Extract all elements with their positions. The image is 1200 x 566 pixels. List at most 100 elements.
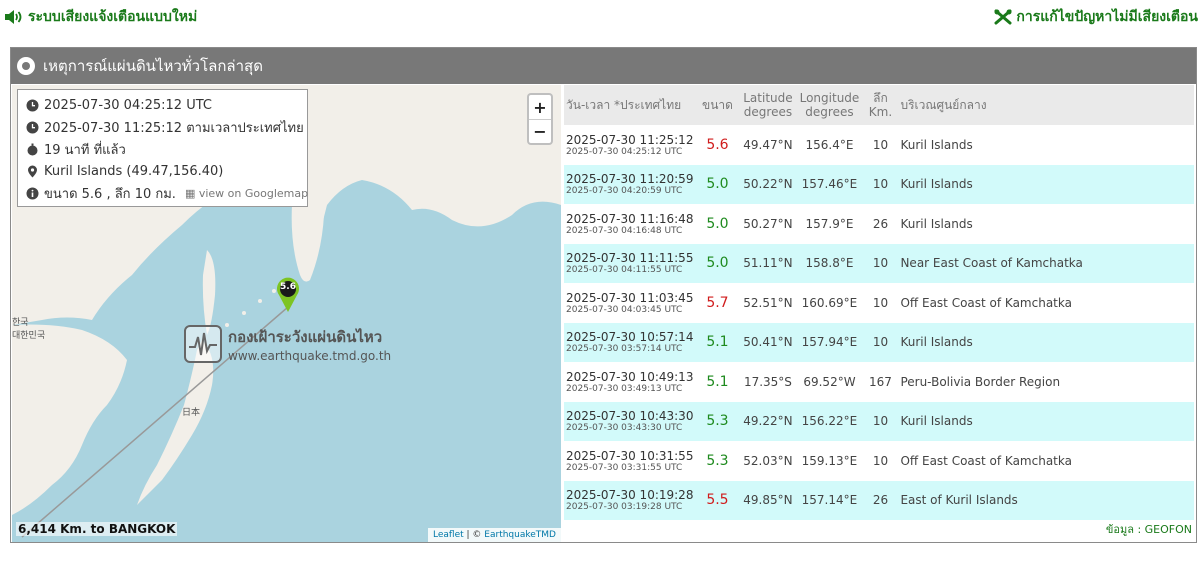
header-datetime: วัน-เวลา *ประเทศไทย xyxy=(564,85,696,125)
table-row[interactable]: 2025-07-30 10:31:55 2025-07-30 03:31:55 U… xyxy=(564,441,1194,481)
cell-longitude: 157.46°E xyxy=(796,164,863,204)
cell-latitude: 52.51°N xyxy=(743,295,793,310)
header-longitude-line2: degrees xyxy=(805,105,854,119)
table-header-row: วัน-เวลา *ประเทศไทย ขนาด Latitude degrees… xyxy=(564,85,1194,125)
header-depth: ลึก Km. xyxy=(862,85,899,125)
utc-datetime: 2025-07-30 03:49:13 UTC xyxy=(566,383,683,394)
earthquake-map[interactable]: 한국 대한민국 日本 2025-07-30 04:25:12 UTC 2025-… xyxy=(12,85,561,542)
cell-magnitude: 5.0 xyxy=(695,243,740,283)
map-label-korea1: 한국 xyxy=(12,318,29,328)
no-sound-troubleshoot-link[interactable]: การแก้ไขปัญหาไม่มีเสียงเตือน xyxy=(994,6,1198,28)
utc-datetime: 2025-07-30 04:11:55 UTC xyxy=(566,265,683,276)
map-icon: ▦ xyxy=(184,186,196,200)
new-alert-sound-label: ระบบเสียงแจ้งเตือนแบบใหม่ xyxy=(28,9,198,25)
stopwatch-icon xyxy=(26,143,39,156)
event-utc-time: 2025-07-30 04:25:12 UTC xyxy=(44,97,212,113)
header-longitude: Longitude degrees xyxy=(796,85,863,125)
event-location: Kuril Islands (49.47,156.40) xyxy=(44,163,224,179)
cell-region: Kuril Islands xyxy=(898,164,1194,204)
view-on-googlemap-link[interactable]: ▦ view on Googlemap xyxy=(185,187,308,200)
cell-latitude: 50.27°N xyxy=(743,216,793,231)
cell-depth: 26 xyxy=(872,216,889,231)
cell-magnitude: 5.3 xyxy=(706,452,729,469)
table-row[interactable]: 2025-07-30 10:43:30 2025-07-30 03:43:30 U… xyxy=(564,401,1194,441)
cell-datetime: 2025-07-30 11:11:55 2025-07-30 04:11:55 U… xyxy=(564,243,696,283)
header-latitude: Latitude degrees xyxy=(739,85,797,125)
zoom-in-button[interactable]: + xyxy=(529,95,551,119)
cell-region: Kuril Islands xyxy=(900,137,973,152)
cell-region: Kuril Islands xyxy=(900,216,973,231)
earthquake-table: วัน-เวลา *ประเทศไทย ขนาด Latitude degrees… xyxy=(564,85,1194,520)
no-sound-troubleshoot-label: การแก้ไขปัญหาไม่มีเสียงเตือน xyxy=(1016,9,1198,25)
tools-icon xyxy=(994,9,1012,25)
table-row[interactable]: 2025-07-30 11:16:48 2025-07-30 04:16:48 U… xyxy=(564,204,1194,244)
table-row[interactable]: 2025-07-30 11:11:55 2025-07-30 04:11:55 U… xyxy=(564,243,1194,283)
cell-depth: 10 xyxy=(872,137,889,152)
cell-depth: 10 xyxy=(872,295,889,310)
local-datetime: 2025-07-30 11:11:55 xyxy=(566,251,694,266)
cell-datetime: 2025-07-30 10:43:30 2025-07-30 03:43:30 U… xyxy=(564,401,696,441)
cell-latitude: 49.22°N xyxy=(739,401,797,441)
cell-magnitude: 5.0 xyxy=(706,215,729,232)
record-icon xyxy=(17,57,35,75)
panel-header: เหตุการณ์แผ่นดินไหวทั่วโลกล่าสุด xyxy=(11,48,1196,84)
cell-longitude: 160.69°E xyxy=(801,295,858,310)
new-alert-sound-link[interactable]: ระบบเสียงแจ้งเตือนแบบใหม่ xyxy=(4,6,197,28)
cell-magnitude: 5.0 xyxy=(695,164,740,204)
event-magnitude-depth: ขนาด 5.6 , ลึก 10 กม. xyxy=(44,186,176,202)
table-row[interactable]: 2025-07-30 10:57:14 2025-07-30 03:57:14 U… xyxy=(564,322,1194,362)
distance-to-bangkok: 6,414 Km. to BANGKOK xyxy=(16,522,178,536)
cell-latitude: 17.35°S xyxy=(743,374,792,389)
header-magnitude: ขนาด xyxy=(695,85,740,125)
cell-datetime: 2025-07-30 11:25:12 2025-07-30 04:25:12 U… xyxy=(564,125,695,165)
cell-region: Kuril Islands xyxy=(898,322,1194,362)
utc-datetime: 2025-07-30 04:25:12 UTC xyxy=(566,146,683,157)
table-row[interactable]: 2025-07-30 10:19:28 2025-07-30 03:19:28 U… xyxy=(564,480,1194,520)
panel-title: เหตุการณ์แผ่นดินไหวทั่วโลกล่าสุด xyxy=(43,57,263,75)
utc-datetime: 2025-07-30 04:16:48 UTC xyxy=(566,225,683,236)
cell-magnitude: 5.3 xyxy=(695,401,740,441)
map-pin-icon xyxy=(26,165,39,178)
cell-latitude: 49.85°N xyxy=(739,480,797,520)
cell-datetime: 2025-07-30 11:16:48 2025-07-30 04:16:48 U… xyxy=(564,204,695,244)
cell-depth: 10 xyxy=(862,243,899,283)
cell-datetime: 2025-07-30 10:57:14 2025-07-30 03:57:14 U… xyxy=(564,322,696,362)
cell-longitude: 157.94°E xyxy=(796,322,863,362)
earthquake-table-container: วัน-เวลา *ประเทศไทย ขนาด Latitude degrees… xyxy=(564,85,1196,542)
cell-datetime: 2025-07-30 11:03:45 2025-07-30 04:03:45 U… xyxy=(564,283,695,323)
zoom-control: + − xyxy=(527,93,553,145)
local-datetime: 2025-07-30 11:03:45 xyxy=(566,290,694,305)
utc-datetime: 2025-07-30 04:20:59 UTC xyxy=(566,186,683,197)
header-longitude-line1: Longitude xyxy=(799,91,860,105)
event-local-time: 2025-07-30 11:25:12 ตามเวลาประเทศไทย xyxy=(44,120,304,136)
earthquaketmd-link[interactable]: EarthquakeTMD xyxy=(484,530,556,540)
earthquake-marker[interactable]: 5.6 xyxy=(276,277,300,313)
cell-region: Near East Coast of Kamchatka xyxy=(898,243,1194,283)
table-row[interactable]: 2025-07-30 11:20:59 2025-07-30 04:20:59 U… xyxy=(564,164,1194,204)
table-row[interactable]: 2025-07-30 11:03:45 2025-07-30 04:03:45 U… xyxy=(564,283,1194,323)
tmd-watermark: กองเฝ้าระวังแผ่นดินไหว www.earthquake.tm… xyxy=(184,325,391,363)
table-body: 2025-07-30 11:25:12 2025-07-30 04:25:12 U… xyxy=(564,125,1194,520)
cell-region: Off East Coast of Kamchatka xyxy=(900,453,1072,468)
cell-longitude: 156.4°E xyxy=(805,137,854,152)
marker-magnitude-label: 5.6 xyxy=(280,282,296,292)
zoom-out-button[interactable]: − xyxy=(529,119,551,143)
cell-datetime: 2025-07-30 10:19:28 2025-07-30 03:19:28 U… xyxy=(564,480,696,520)
utc-datetime: 2025-07-30 03:57:14 UTC xyxy=(566,344,683,355)
leaflet-link[interactable]: Leaflet xyxy=(433,530,464,540)
cell-latitude: 52.03°N xyxy=(743,453,793,468)
cell-latitude: 50.41°N xyxy=(739,322,797,362)
cell-datetime: 2025-07-30 10:49:13 2025-07-30 03:49:13 U… xyxy=(564,362,695,402)
header-depth-line2: Km. xyxy=(868,105,893,119)
cell-longitude: 159.13°E xyxy=(801,453,858,468)
table-row[interactable]: 2025-07-30 11:25:12 2025-07-30 04:25:12 U… xyxy=(564,125,1194,165)
header-region: บริเวณศูนย์กลาง xyxy=(898,85,1194,125)
cell-region: Kuril Islands xyxy=(898,401,1194,441)
table-row[interactable]: 2025-07-30 10:49:13 2025-07-30 03:49:13 U… xyxy=(564,362,1194,402)
cell-latitude: 50.22°N xyxy=(739,164,797,204)
cell-depth: 10 xyxy=(862,322,899,362)
info-icon xyxy=(26,187,39,200)
cell-datetime: 2025-07-30 11:20:59 2025-07-30 04:20:59 U… xyxy=(564,164,696,204)
cell-depth: 167 xyxy=(869,374,892,389)
cell-magnitude: 5.6 xyxy=(706,136,729,153)
